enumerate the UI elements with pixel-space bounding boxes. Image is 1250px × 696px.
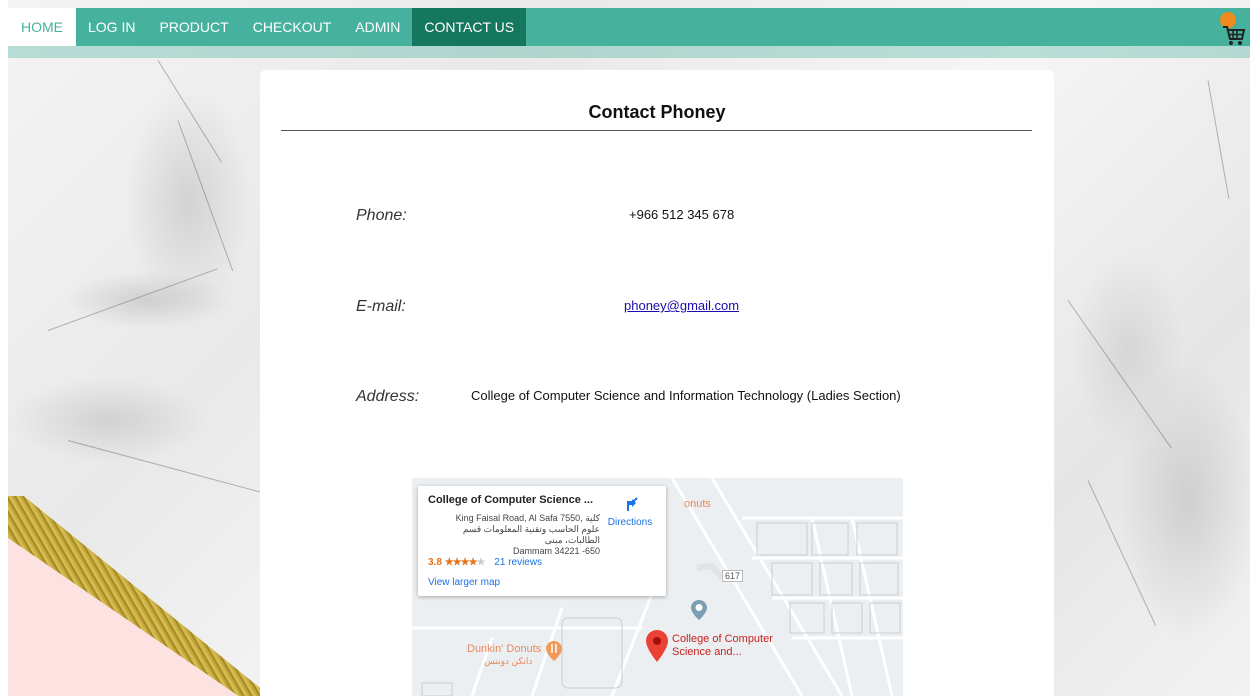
map-place-dunkin: Dunkin' Donuts: [467, 643, 542, 655]
road-number-badge: 617: [722, 570, 744, 582]
map-place-donuts: onuts: [684, 498, 711, 510]
location-pin-icon: [646, 630, 668, 662]
restaurant-pin-icon: [546, 641, 562, 661]
nav-login[interactable]: LOG IN: [76, 8, 147, 46]
contact-card: Contact Phoney Phone: +966 512 345 678 E…: [260, 70, 1054, 696]
school-pin-icon: [691, 600, 707, 620]
top-nav: HOME LOG IN PRODUCT CHECKOUT ADMIN CONTA…: [8, 8, 1250, 46]
rating-star-empty: ★: [476, 557, 486, 568]
rating-value: 3.8: [428, 557, 442, 568]
email-link[interactable]: phoney@gmail.com: [624, 298, 739, 313]
directions-label: Directions: [607, 517, 653, 528]
nav-product[interactable]: PRODUCT: [147, 8, 240, 46]
map-info-card: College of Computer Science ... King Fai…: [418, 486, 666, 596]
directions-button[interactable]: Directions: [604, 496, 656, 528]
map-card-address-line: King Faisal Road, Al Safa 7550, كلية: [455, 513, 600, 523]
address-value: College of Computer Science and Informat…: [471, 388, 901, 403]
phone-value: +966 512 345 678: [629, 207, 735, 222]
nav-contact-us[interactable]: CONTACT US: [412, 8, 527, 46]
email-label: E-mail:: [356, 298, 406, 315]
cart-icon: [1223, 26, 1246, 45]
page-title: Contact Phoney: [588, 102, 726, 122]
view-larger-map-link[interactable]: View larger map: [428, 577, 500, 588]
title-divider: [281, 130, 1032, 131]
nav-underline: [8, 46, 1250, 58]
map-place-college-line2: Science and...: [672, 646, 742, 658]
map-place-dunkin-arabic: دانكن دونتس: [484, 656, 533, 666]
nav-checkout[interactable]: CHECKOUT: [241, 8, 344, 46]
nav-admin[interactable]: ADMIN: [343, 8, 412, 46]
map-card-address-line: Dammam 34221 -650: [512, 546, 600, 556]
nav-home[interactable]: HOME: [8, 8, 76, 46]
reviews-link[interactable]: 21 reviews: [494, 557, 542, 568]
phone-label: Phone:: [356, 207, 407, 224]
map-card-rating: 3.8 ★★★★★ 21 reviews: [428, 557, 542, 568]
address-label: Address:: [356, 388, 420, 405]
directions-icon: [627, 497, 638, 511]
map-place-college-line1: College of Computer: [672, 633, 773, 645]
rating-stars: ★★★★: [444, 557, 478, 568]
map-card-address-line: علوم الحاسب وتقنية المعلومات قسم الطالبا…: [462, 524, 600, 545]
map-card-title: College of Computer Science ...: [428, 494, 594, 506]
map-card-address: King Faisal Road, Al Safa 7550, كلية علو…: [428, 513, 600, 557]
